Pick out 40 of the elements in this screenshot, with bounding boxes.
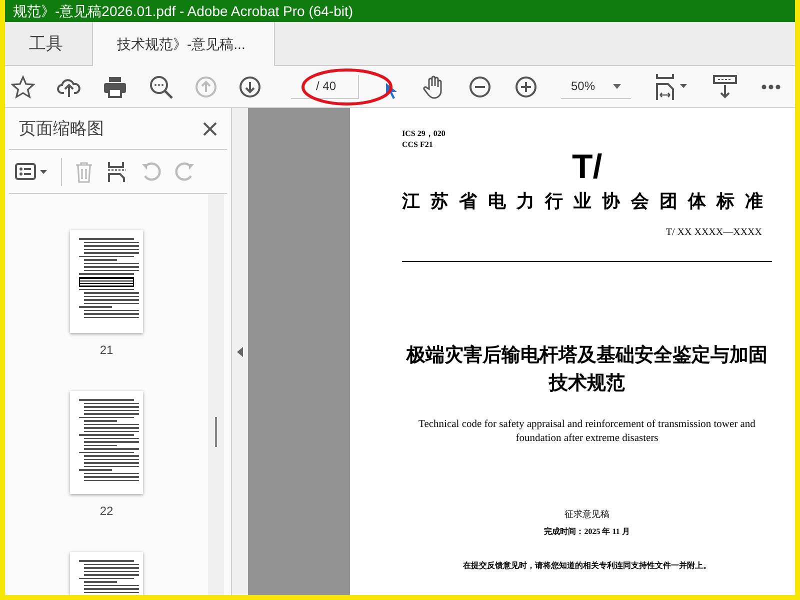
page-total: / 40 (316, 78, 336, 95)
more-icon[interactable] (761, 84, 781, 90)
scrollbar[interactable] (208, 194, 224, 595)
zoom-dropdown[interactable]: 50% (561, 74, 631, 98)
collapse-arrow-icon[interactable] (237, 346, 243, 356)
page-thumbnail[interactable] (70, 391, 143, 494)
zoom-out-icon[interactable] (469, 76, 491, 98)
star-icon[interactable] (11, 74, 35, 98)
download-tray-icon[interactable] (713, 74, 737, 98)
zoom-value: 50% (571, 78, 596, 95)
document-title: 极端灾害后输电杆塔及基础安全鉴定与加固技术规范 (405, 344, 768, 396)
standard-number: T/ XX XXXX—XXXX (664, 226, 762, 240)
window-title: 规范》-意见稿2026.01.pdf - Adobe Acrobat Pro (64-bit) (13, 2, 354, 21)
ics-code: ICS 29，020 (402, 128, 446, 139)
draft-stage: 征求意见稿 (564, 508, 610, 521)
page-number-field[interactable]: / 40 (291, 74, 359, 98)
zoom-in-icon[interactable] (515, 76, 537, 98)
tools-tab[interactable]: 工具 (5, 22, 92, 65)
insert-page-icon[interactable] (106, 160, 128, 182)
organization-title: 江苏省电力行业协会团体标准 (402, 190, 775, 213)
document-tab[interactable]: 技术规范》-意见稿... (92, 22, 275, 66)
next-page-icon[interactable] (239, 76, 261, 98)
standard-prefix: T/ (572, 152, 602, 182)
print-icon[interactable] (103, 76, 127, 98)
page-fit-icon[interactable] (655, 74, 689, 100)
scrollbar-thumb[interactable] (215, 417, 217, 447)
close-icon[interactable] (203, 122, 217, 136)
cursor-icon (385, 82, 397, 100)
panel-title: 页面缩略图 (19, 118, 104, 140)
submission-note: 在提交反馈意见时，请将您知道的相关专利连同支持性文件一并附上。 (462, 560, 712, 572)
page-number-label: 21 (100, 342, 114, 359)
caret-icon[interactable] (613, 84, 621, 88)
search-icon[interactable] (149, 74, 173, 98)
options-menu-icon[interactable] (15, 162, 49, 182)
page-number-label: 22 (100, 503, 114, 520)
page-thumbnail[interactable] (70, 230, 143, 333)
ccs-code: CCS F21 (402, 139, 434, 150)
english-title: Technical code for safety appraisal and reinforcement of transmission tower and foundation after extreme disasters (418, 418, 756, 446)
hand-icon[interactable] (423, 74, 445, 98)
completion-date: 完成时间：2025 年 11 月 (543, 526, 631, 538)
